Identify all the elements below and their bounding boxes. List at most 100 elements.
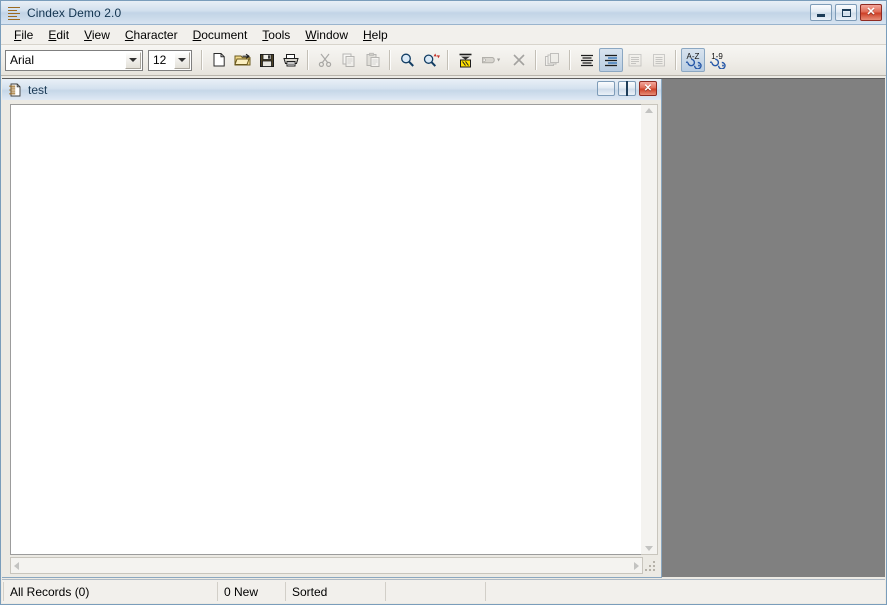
- view-index-button[interactable]: [599, 48, 623, 72]
- horizontal-scroll-region: [10, 557, 658, 574]
- menu-item-window[interactable]: Window: [298, 26, 356, 44]
- status-new-pane: 0 New: [218, 582, 286, 601]
- font-family-value[interactable]: Arial: [6, 53, 124, 67]
- sort-1-9-icon: 1-9: [707, 51, 727, 69]
- font-size-value[interactable]: 12: [149, 53, 173, 67]
- view-page-button[interactable]: [647, 48, 671, 72]
- menu-bar: File Edit View Character Document Tools …: [1, 25, 886, 45]
- status-message-pane: [486, 582, 885, 601]
- title-bar: Cindex Demo 2.0 ✕: [1, 1, 886, 25]
- status-extra-pane: [386, 582, 486, 601]
- document-window-title: test: [28, 82, 48, 97]
- index-lines-icon: [6, 5, 22, 21]
- save-document-button[interactable]: [255, 48, 279, 72]
- child-close-button[interactable]: ✕: [639, 81, 657, 96]
- cut-button[interactable]: [313, 48, 337, 72]
- scroll-down-icon[interactable]: [645, 546, 653, 551]
- flag-dropdown-icon: [480, 52, 504, 68]
- menu-label-file: ile: [21, 27, 34, 42]
- menu-label-character: haracter: [133, 27, 178, 42]
- restore-icon: [626, 80, 628, 96]
- highlight-button[interactable]: [453, 48, 477, 72]
- magnifier-icon: [399, 52, 416, 68]
- menu-label-help: elp: [371, 27, 388, 42]
- stacked-pages-icon: [544, 52, 562, 68]
- child-restore-button[interactable]: [618, 80, 636, 96]
- document-window-body: [2, 100, 661, 577]
- print-button[interactable]: [279, 48, 303, 72]
- new-document-button[interactable]: [207, 48, 231, 72]
- unflag-record-button[interactable]: [507, 48, 531, 72]
- menu-accel-window: W: [305, 27, 317, 42]
- flag-record-button[interactable]: [477, 48, 507, 72]
- menu-label-document: ocument: [201, 27, 248, 42]
- sort-numeric-button[interactable]: 1-9: [705, 48, 729, 72]
- document-canvas[interactable]: [10, 104, 641, 555]
- scroll-up-icon[interactable]: [645, 108, 653, 113]
- maximize-button[interactable]: [835, 4, 857, 21]
- duplicate-records-button[interactable]: [541, 48, 565, 72]
- document-window: test ✕: [2, 79, 662, 578]
- menu-item-character[interactable]: Character: [118, 26, 186, 44]
- status-records-pane: All Records (0): [3, 582, 218, 601]
- find-replace-button[interactable]: [419, 48, 443, 72]
- lines-page-icon: [651, 52, 667, 68]
- scissors-icon: [317, 52, 333, 68]
- menu-accel-view: V: [84, 27, 92, 42]
- scroll-left-icon[interactable]: [14, 561, 19, 570]
- mdi-client-area: test ✕: [2, 78, 885, 578]
- new-document-icon: [211, 52, 227, 68]
- open-document-button[interactable]: [231, 48, 255, 72]
- find-button[interactable]: [395, 48, 419, 72]
- minimize-icon: [811, 5, 831, 20]
- scroll-right-icon[interactable]: [634, 561, 639, 570]
- toolbar-separator: [535, 50, 537, 70]
- menu-accel-document: D: [192, 27, 202, 42]
- document-resize-grip[interactable]: [643, 557, 658, 574]
- menu-item-file[interactable]: File: [7, 26, 41, 44]
- view-formatted-button[interactable]: [623, 48, 647, 72]
- toolbar-separator: [675, 50, 677, 70]
- chevron-down-icon[interactable]: [174, 51, 190, 69]
- paste-button[interactable]: [361, 48, 385, 72]
- toolbar-separator: [569, 50, 571, 70]
- document-window-title-bar[interactable]: test ✕: [2, 79, 661, 100]
- font-size-combobox[interactable]: 12: [148, 49, 192, 71]
- magnifier-replace-icon: [422, 52, 441, 68]
- lines-plain-icon: [579, 52, 595, 68]
- vertical-scrollbar[interactable]: [641, 104, 658, 555]
- application-window: Cindex Demo 2.0 ✕ File Edit View Charact…: [0, 0, 887, 605]
- printer-icon: [282, 52, 300, 68]
- menu-accel-help: H: [362, 27, 372, 42]
- sort-a-z-icon: A-Z: [683, 51, 703, 69]
- window-controls: ✕: [810, 4, 882, 21]
- close-icon: ✕: [866, 6, 876, 18]
- save-floppy-icon: [259, 52, 275, 68]
- menu-item-view[interactable]: View: [77, 26, 118, 44]
- child-minimize-button[interactable]: [597, 81, 615, 96]
- copy-button[interactable]: [337, 48, 361, 72]
- menu-item-document[interactable]: Document: [186, 26, 256, 44]
- close-icon: ✕: [643, 82, 653, 94]
- font-family-combobox[interactable]: Arial: [5, 49, 143, 71]
- window-title: Cindex Demo 2.0: [27, 5, 122, 20]
- view-draft-button[interactable]: [575, 48, 599, 72]
- close-button[interactable]: ✕: [860, 4, 882, 21]
- maximize-icon: [836, 5, 856, 20]
- crossed-flag-icon: [511, 52, 527, 68]
- toolbar-separator: [389, 50, 391, 70]
- paste-clipboard-icon: [365, 52, 381, 68]
- menu-label-edit: dit: [56, 27, 70, 42]
- minimize-button[interactable]: [810, 4, 832, 21]
- status-sorted-pane: Sorted: [286, 582, 386, 601]
- sort-alpha-button[interactable]: A-Z: [681, 48, 705, 72]
- menu-label-tools: ools: [268, 27, 291, 42]
- open-folder-icon: [234, 52, 252, 68]
- horizontal-scrollbar[interactable]: [10, 557, 643, 574]
- toolbar-separator: [307, 50, 309, 70]
- menu-item-help[interactable]: Help: [356, 26, 396, 44]
- menu-item-edit[interactable]: Edit: [41, 26, 77, 44]
- chevron-down-icon[interactable]: [125, 51, 141, 69]
- toolbar: Arial 12 A-Z 1-9: [1, 45, 886, 76]
- menu-item-tools[interactable]: Tools: [255, 26, 298, 44]
